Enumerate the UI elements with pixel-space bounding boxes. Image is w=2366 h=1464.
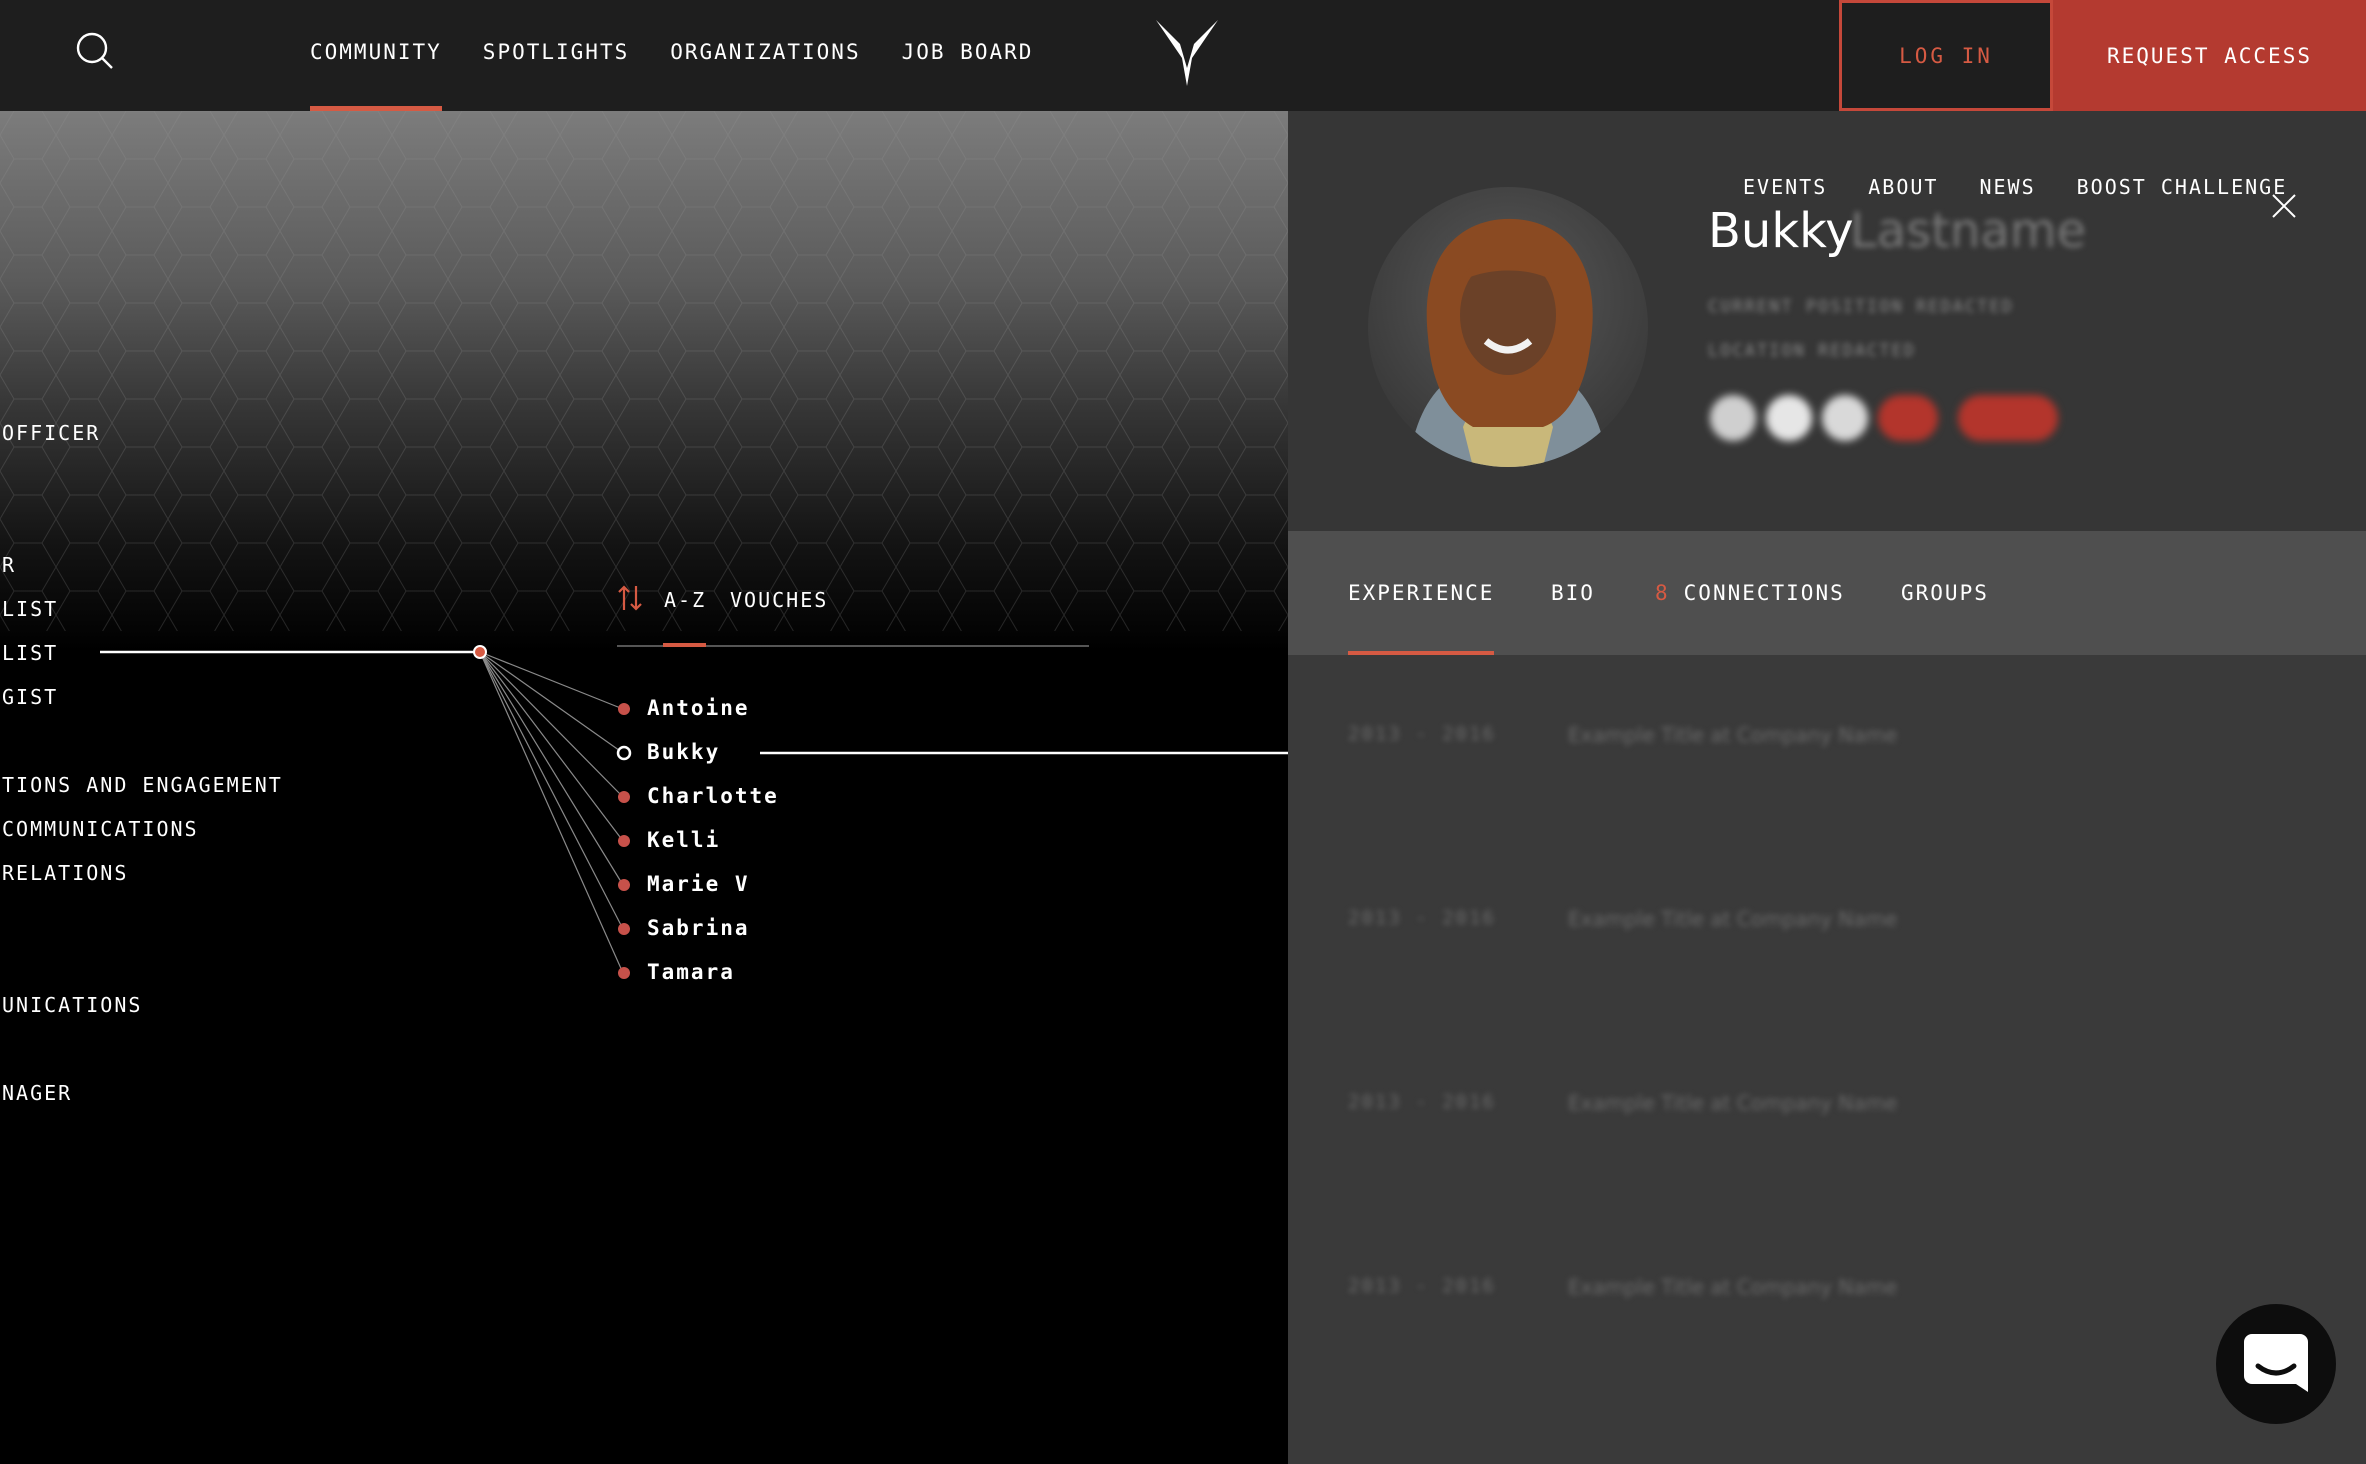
avatar	[1368, 187, 1648, 467]
tab-groups-label: GROUPS	[1901, 581, 1989, 605]
profile-panel: EVENTS ABOUT NEWS BOOST CHALLENGE Bukky …	[1288, 111, 2366, 1464]
tab-groups[interactable]: GROUPS	[1901, 531, 1989, 655]
title-item[interactable]: UNICATIONS	[2, 993, 142, 1017]
nav-community[interactable]: COMMUNITY	[310, 0, 442, 111]
nav-about[interactable]: ABOUT	[1868, 175, 1938, 199]
nav-boost-challenge[interactable]: BOOST CHALLENGE	[2077, 175, 2288, 199]
title-item[interactable]: GIST	[2, 685, 58, 709]
sort-active-indicator	[663, 643, 706, 647]
experience-title: Example Title at Company Name	[1568, 723, 1898, 747]
sort-az-button[interactable]: A-Z	[664, 588, 706, 612]
tab-experience-label: EXPERIENCE	[1348, 581, 1495, 605]
title-item[interactable]: R	[2, 553, 16, 577]
tab-bio[interactable]: BIO	[1551, 531, 1595, 655]
title-item[interactable]: OFFICER	[2, 421, 100, 445]
experience-title: Example Title at Company Name	[1568, 1091, 1898, 1115]
sort-bar: A-Z VOUCHES	[617, 580, 1089, 626]
tab-experience[interactable]: EXPERIENCE	[1348, 531, 1495, 655]
person-item[interactable]: Tamara	[647, 960, 735, 984]
nav-spotlights[interactable]: SPOTLIGHTS	[483, 0, 629, 111]
person-item-selected[interactable]: Bukky	[647, 740, 720, 764]
person-item[interactable]: Sabrina	[647, 916, 750, 940]
hex-pattern	[0, 111, 1288, 631]
tab-connections[interactable]: 8 CONNECTIONS	[1655, 531, 1845, 655]
profile-tabs: EXPERIENCE BIO 8 CONNECTIONS GROUPS	[1288, 531, 2366, 655]
person-item[interactable]: Charlotte	[647, 784, 779, 808]
profile-position: CURRENT POSITION REDACTED	[1708, 297, 2014, 317]
nav-news[interactable]: NEWS	[1979, 175, 2035, 199]
logo-icon[interactable]	[1156, 18, 1218, 88]
profile-location: LOCATION REDACTED	[1708, 341, 1916, 361]
nav-events[interactable]: EVENTS	[1743, 175, 1827, 199]
request-access-button[interactable]: REQUEST ACCESS	[2053, 0, 2366, 111]
social-icon[interactable]	[1766, 395, 1812, 441]
experience-years: 2013 - 2016	[1348, 723, 1496, 745]
experience-years: 2013 - 2016	[1348, 1091, 1496, 1113]
title-item[interactable]: NAGER	[2, 1081, 72, 1105]
social-icon[interactable]	[1878, 395, 1938, 441]
top-header: COMMUNITY SPOTLIGHTS ORGANIZATIONS JOB B…	[0, 0, 2366, 111]
tab-connections-label: CONNECTIONS	[1683, 581, 1845, 605]
profile-first-name: Bukky	[1708, 203, 1854, 259]
connections-count: 8	[1655, 581, 1670, 605]
social-icon[interactable]	[1958, 395, 2058, 441]
title-item[interactable]: LIST	[2, 597, 58, 621]
experience-years: 2013 - 2016	[1348, 907, 1496, 929]
tab-bio-label: BIO	[1551, 581, 1595, 605]
title-item[interactable]: COMMUNICATIONS	[2, 817, 199, 841]
nav-organizations[interactable]: ORGANIZATIONS	[670, 0, 860, 111]
nav-job-board[interactable]: JOB BOARD	[902, 0, 1034, 111]
person-item[interactable]: Antoine	[647, 696, 750, 720]
title-item[interactable]: LIST	[2, 641, 58, 665]
search-icon[interactable]	[72, 28, 116, 72]
main-nav: COMMUNITY SPOTLIGHTS ORGANIZATIONS JOB B…	[310, 0, 1074, 111]
profile-last-name: Lastname	[1850, 203, 2087, 259]
chat-launcher[interactable]	[2216, 1304, 2336, 1424]
close-icon[interactable]	[2271, 193, 2297, 219]
login-button[interactable]: LOG IN	[1839, 0, 2053, 111]
chat-icon	[2244, 1334, 2308, 1392]
secondary-nav: EVENTS ABOUT NEWS BOOST CHALLENGE	[1743, 175, 2328, 199]
title-item[interactable]: RELATIONS	[2, 861, 128, 885]
person-item[interactable]: Kelli	[647, 828, 720, 852]
portrait-illustration	[1408, 218, 1608, 467]
experience-title: Example Title at Company Name	[1568, 907, 1898, 931]
social-icon[interactable]	[1710, 395, 1756, 441]
experience-title: Example Title at Company Name	[1568, 1275, 1898, 1299]
social-badges	[1706, 391, 2066, 447]
title-item[interactable]: TIONS AND ENGAGEMENT	[2, 773, 283, 797]
sort-icon[interactable]	[617, 584, 643, 612]
social-icon[interactable]	[1822, 395, 1868, 441]
sort-vouches-button[interactable]: VOUCHES	[730, 588, 828, 612]
experience-years: 2013 - 2016	[1348, 1275, 1496, 1297]
person-item[interactable]: Marie V	[647, 872, 750, 896]
